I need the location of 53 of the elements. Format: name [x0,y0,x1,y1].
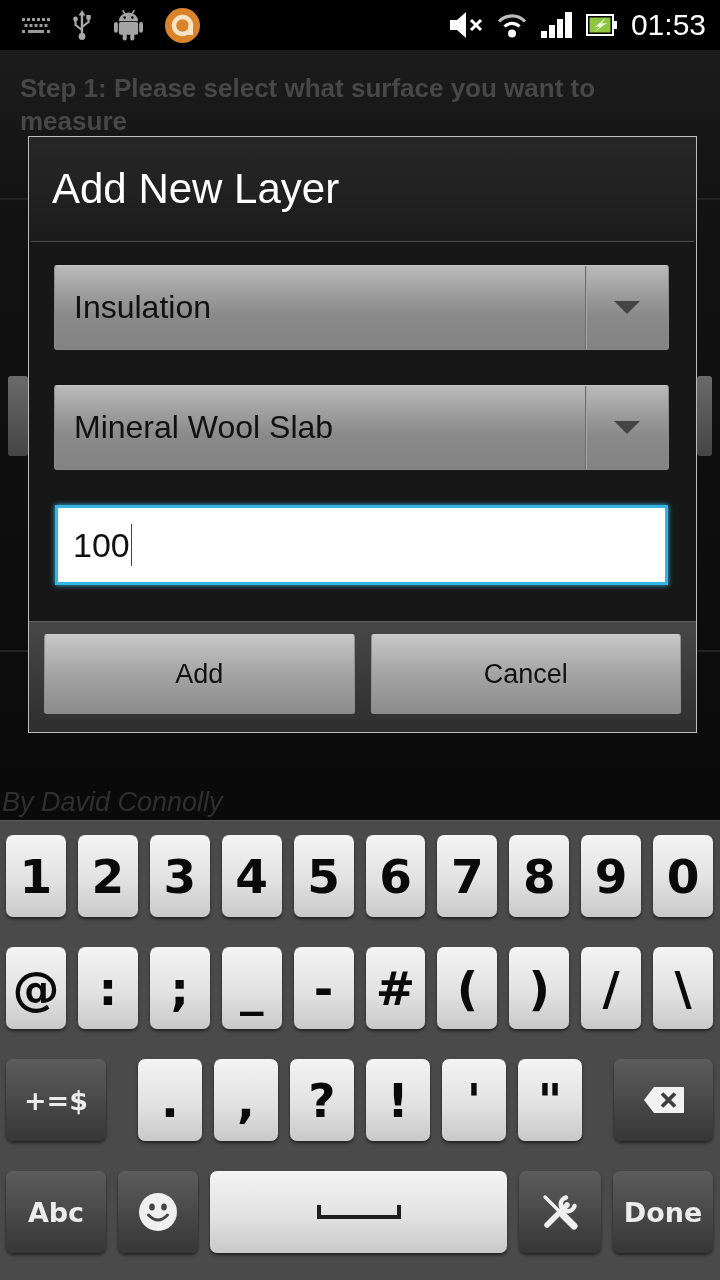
dialog-title: Add New Layer [29,137,696,241]
caret-icon [614,301,640,314]
keyboard-key[interactable]: 1 [6,835,66,917]
battery-charging-icon [585,14,617,36]
wifi-icon [496,12,527,38]
dialog-button[interactable]: Add [44,634,355,714]
backspace-key[interactable] [614,1059,713,1141]
keyboard-key[interactable]: ' [442,1059,506,1141]
keyboard-key[interactable]: _ [221,947,282,1029]
keyboard-key[interactable]: 7 [437,835,498,917]
keyboard-key[interactable]: \ [653,947,714,1029]
keyboard-key[interactable]: ? [290,1059,354,1141]
keyboard-key[interactable]: . [138,1059,202,1141]
settings-key[interactable] [519,1171,601,1253]
keyboard-key[interactable]: ) [509,947,570,1029]
signal-icon [540,12,572,38]
smiley-icon [139,1193,177,1231]
app-logo-icon [165,7,200,43]
wrench-screwdriver-icon [542,1194,578,1230]
dropdown[interactable]: Insulation [54,265,669,350]
keyboard-key[interactable]: @ [6,947,66,1029]
emoji-key[interactable] [118,1171,198,1253]
keyboard-key[interactable]: 4 [221,835,282,917]
caret-icon [614,421,640,434]
muted-speaker-icon [449,12,483,38]
keyboard-key[interactable]: 6 [365,835,426,917]
keyboard-key[interactable]: " [518,1059,582,1141]
keyboard-key[interactable]: : [77,947,138,1029]
status-time: 01:53 [630,8,706,42]
keyboard-key[interactable]: +=$ [6,1059,106,1141]
keyboard-key[interactable]: 9 [581,835,642,917]
keyboard-key[interactable]: 3 [149,835,210,917]
keyboard-key[interactable]: 2 [77,835,138,917]
keyboard-key[interactable]: 0 [653,835,714,917]
dialog-button[interactable]: Cancel [370,634,681,714]
backspace-icon [643,1087,684,1113]
keyboard-key[interactable]: # [365,947,426,1029]
keyboard-key[interactable]: / [581,947,642,1029]
keyboard-key[interactable]: 5 [293,835,354,917]
keyboard-key[interactable]: ( [437,947,498,1029]
keyboard-icon [22,17,50,33]
number-input[interactable]: 100 [55,505,668,585]
keyboard-key[interactable]: Done [613,1171,713,1253]
keyboard-key[interactable]: ; [149,947,210,1029]
keyboard-key[interactable]: , [214,1059,278,1141]
space-bar-icon [316,1205,401,1219]
keyboard-key[interactable]: ! [366,1059,430,1141]
usb-icon [72,10,92,40]
keyboard-key[interactable]: 8 [509,835,570,917]
keyboard-key[interactable]: - [293,947,354,1029]
dropdown[interactable]: Mineral Wool Slab [54,385,669,470]
keyboard-key[interactable]: Abc [6,1171,106,1253]
robot-icon [114,9,143,41]
